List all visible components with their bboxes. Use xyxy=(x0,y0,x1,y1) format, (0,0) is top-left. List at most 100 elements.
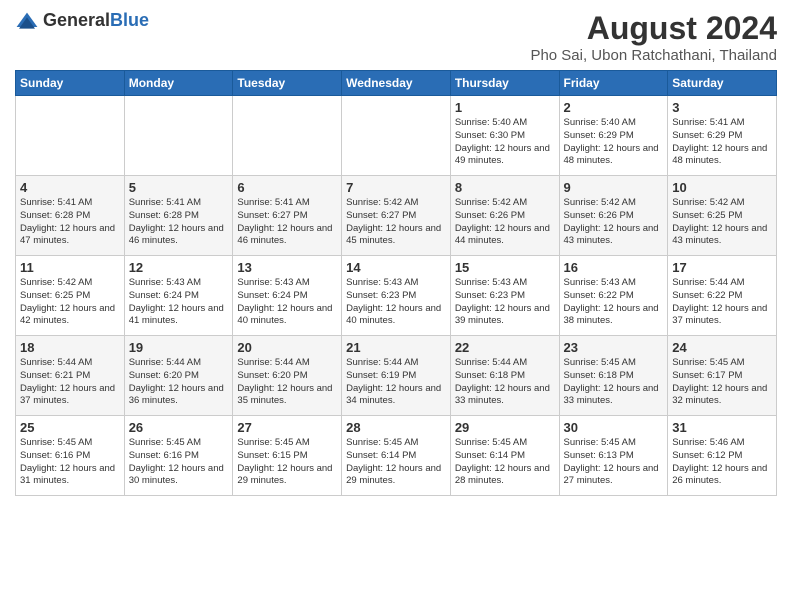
day-info-1-5: Sunrise: 5:42 AM Sunset: 6:26 PM Dayligh… xyxy=(564,197,664,248)
calendar-header: Sunday Monday Tuesday Wednesday Thursday… xyxy=(16,71,777,96)
logo: GeneralBlue xyxy=(15,10,149,31)
col-tuesday: Tuesday xyxy=(233,71,342,96)
calendar-table: Sunday Monday Tuesday Wednesday Thursday… xyxy=(15,70,777,496)
day-info-3-5: Sunrise: 5:45 AM Sunset: 6:18 PM Dayligh… xyxy=(564,357,664,408)
day-num-0-6: 3 xyxy=(672,100,772,115)
day-num-4-4: 29 xyxy=(455,420,555,435)
logo-text: GeneralBlue xyxy=(43,10,149,31)
day-num-2-5: 16 xyxy=(564,260,664,275)
day-num-2-2: 13 xyxy=(237,260,337,275)
cell-1-1: 5 Sunrise: 5:41 AM Sunset: 6:28 PM Daylig… xyxy=(124,176,233,256)
day-info-1-4: Sunrise: 5:42 AM Sunset: 6:26 PM Dayligh… xyxy=(455,197,555,248)
header: GeneralBlue August 2024 Pho Sai, Ubon Ra… xyxy=(15,10,777,64)
day-num-2-3: 14 xyxy=(346,260,446,275)
col-friday: Friday xyxy=(559,71,668,96)
week-row-2: 11 Sunrise: 5:42 AM Sunset: 6:25 PM Dayli… xyxy=(16,256,777,336)
day-num-2-0: 11 xyxy=(20,260,120,275)
day-info-0-6: Sunrise: 5:41 AM Sunset: 6:29 PM Dayligh… xyxy=(672,117,772,168)
day-num-2-1: 12 xyxy=(129,260,229,275)
cell-3-4: 22Sunrise: 5:44 AM Sunset: 6:18 PM Dayli… xyxy=(450,336,559,416)
logo-general: General xyxy=(43,10,110,30)
header-row: Sunday Monday Tuesday Wednesday Thursday… xyxy=(16,71,777,96)
day-num-1-4: 8 xyxy=(455,180,555,195)
day-info-1-0: Sunrise: 5:41 AM Sunset: 6:28 PM Dayligh… xyxy=(20,197,120,248)
day-info-1-1: Sunrise: 5:41 AM Sunset: 6:28 PM Dayligh… xyxy=(129,197,229,248)
day-info-1-3: Sunrise: 5:42 AM Sunset: 6:27 PM Dayligh… xyxy=(346,197,446,248)
cell-2-1: 12Sunrise: 5:43 AM Sunset: 6:24 PM Dayli… xyxy=(124,256,233,336)
cell-3-1: 19 Sunrise: 5:44 AM Sunset: 6:20 PM Dayli… xyxy=(124,336,233,416)
day-info-4-4: Sunrise: 5:45 AM Sunset: 6:14 PM Dayligh… xyxy=(455,437,555,488)
day-num-0-5: 2 xyxy=(564,100,664,115)
day-info-1-6: Sunrise: 5:42 AM Sunset: 6:25 PM Dayligh… xyxy=(672,197,772,248)
title-area: August 2024 Pho Sai, Ubon Ratchathani, T… xyxy=(530,10,777,64)
day-num-4-0: 25 xyxy=(20,420,120,435)
week-row-3: 18 Sunrise: 5:44 AM Sunset: 6:21 PM Dayli… xyxy=(16,336,777,416)
day-num-4-6: 31 xyxy=(672,420,772,435)
cell-4-5: 30Sunrise: 5:45 AM Sunset: 6:13 PM Dayli… xyxy=(559,416,668,496)
day-num-3-5: 23 xyxy=(564,340,664,355)
page: GeneralBlue August 2024 Pho Sai, Ubon Ra… xyxy=(0,0,792,506)
day-info-2-5: Sunrise: 5:43 AM Sunset: 6:22 PM Dayligh… xyxy=(564,277,664,328)
cell-3-6: 24Sunrise: 5:45 AM Sunset: 6:17 PM Dayli… xyxy=(668,336,777,416)
col-thursday: Thursday xyxy=(450,71,559,96)
day-num-3-1: 19 xyxy=(129,340,229,355)
cell-3-0: 18 Sunrise: 5:44 AM Sunset: 6:21 PM Dayli… xyxy=(16,336,125,416)
cell-1-4: 8 Sunrise: 5:42 AM Sunset: 6:26 PM Daylig… xyxy=(450,176,559,256)
cell-4-4: 29 Sunrise: 5:45 AM Sunset: 6:14 PM Dayli… xyxy=(450,416,559,496)
calendar-body: 1 Sunrise: 5:40 AM Sunset: 6:30 PM Daylig… xyxy=(16,96,777,496)
day-info-3-0: Sunrise: 5:44 AM Sunset: 6:21 PM Dayligh… xyxy=(20,357,120,408)
cell-0-3 xyxy=(342,96,451,176)
cell-1-5: 9 Sunrise: 5:42 AM Sunset: 6:26 PM Daylig… xyxy=(559,176,668,256)
day-num-4-3: 28 xyxy=(346,420,446,435)
day-num-1-0: 4 xyxy=(20,180,120,195)
cell-2-6: 17Sunrise: 5:44 AM Sunset: 6:22 PM Dayli… xyxy=(668,256,777,336)
week-row-1: 4 Sunrise: 5:41 AM Sunset: 6:28 PM Daylig… xyxy=(16,176,777,256)
cell-4-1: 26Sunrise: 5:45 AM Sunset: 6:16 PM Dayli… xyxy=(124,416,233,496)
day-info-1-2: Sunrise: 5:41 AM Sunset: 6:27 PM Dayligh… xyxy=(237,197,337,248)
cell-4-3: 28Sunrise: 5:45 AM Sunset: 6:14 PM Dayli… xyxy=(342,416,451,496)
day-info-4-2: Sunrise: 5:45 AM Sunset: 6:15 PM Dayligh… xyxy=(237,437,337,488)
day-num-1-5: 9 xyxy=(564,180,664,195)
day-num-3-0: 18 xyxy=(20,340,120,355)
cell-0-4: 1 Sunrise: 5:40 AM Sunset: 6:30 PM Daylig… xyxy=(450,96,559,176)
day-num-0-4: 1 xyxy=(455,100,555,115)
cell-0-5: 2Sunrise: 5:40 AM Sunset: 6:29 PM Daylig… xyxy=(559,96,668,176)
col-monday: Monday xyxy=(124,71,233,96)
day-num-3-2: 20 xyxy=(237,340,337,355)
day-num-1-1: 5 xyxy=(129,180,229,195)
day-num-3-6: 24 xyxy=(672,340,772,355)
day-info-3-3: Sunrise: 5:44 AM Sunset: 6:19 PM Dayligh… xyxy=(346,357,446,408)
day-info-2-3: Sunrise: 5:43 AM Sunset: 6:23 PM Dayligh… xyxy=(346,277,446,328)
cell-0-6: 3 Sunrise: 5:41 AM Sunset: 6:29 PM Daylig… xyxy=(668,96,777,176)
cell-1-0: 4 Sunrise: 5:41 AM Sunset: 6:28 PM Daylig… xyxy=(16,176,125,256)
day-num-2-4: 15 xyxy=(455,260,555,275)
day-num-1-3: 7 xyxy=(346,180,446,195)
day-info-2-4: Sunrise: 5:43 AM Sunset: 6:23 PM Dayligh… xyxy=(455,277,555,328)
day-info-2-2: Sunrise: 5:43 AM Sunset: 6:24 PM Dayligh… xyxy=(237,277,337,328)
cell-1-2: 6Sunrise: 5:41 AM Sunset: 6:27 PM Daylig… xyxy=(233,176,342,256)
cell-2-3: 14 Sunrise: 5:43 AM Sunset: 6:23 PM Dayli… xyxy=(342,256,451,336)
col-sunday: Sunday xyxy=(16,71,125,96)
cell-1-3: 7 Sunrise: 5:42 AM Sunset: 6:27 PM Daylig… xyxy=(342,176,451,256)
logo-icon xyxy=(15,11,39,31)
cell-2-2: 13 Sunrise: 5:43 AM Sunset: 6:24 PM Dayli… xyxy=(233,256,342,336)
day-info-2-6: Sunrise: 5:44 AM Sunset: 6:22 PM Dayligh… xyxy=(672,277,772,328)
day-info-2-0: Sunrise: 5:42 AM Sunset: 6:25 PM Dayligh… xyxy=(20,277,120,328)
subtitle: Pho Sai, Ubon Ratchathani, Thailand xyxy=(530,47,777,64)
main-title: August 2024 xyxy=(530,10,777,47)
cell-0-1 xyxy=(124,96,233,176)
day-info-3-1: Sunrise: 5:44 AM Sunset: 6:20 PM Dayligh… xyxy=(129,357,229,408)
cell-1-6: 10Sunrise: 5:42 AM Sunset: 6:25 PM Dayli… xyxy=(668,176,777,256)
cell-4-6: 31 Sunrise: 5:46 AM Sunset: 6:12 PM Dayli… xyxy=(668,416,777,496)
cell-0-0 xyxy=(16,96,125,176)
cell-2-5: 16 Sunrise: 5:43 AM Sunset: 6:22 PM Dayli… xyxy=(559,256,668,336)
cell-0-2 xyxy=(233,96,342,176)
day-info-4-5: Sunrise: 5:45 AM Sunset: 6:13 PM Dayligh… xyxy=(564,437,664,488)
cell-3-3: 21Sunrise: 5:44 AM Sunset: 6:19 PM Dayli… xyxy=(342,336,451,416)
cell-3-5: 23 Sunrise: 5:45 AM Sunset: 6:18 PM Dayli… xyxy=(559,336,668,416)
day-num-4-2: 27 xyxy=(237,420,337,435)
col-saturday: Saturday xyxy=(668,71,777,96)
day-info-0-4: Sunrise: 5:40 AM Sunset: 6:30 PM Dayligh… xyxy=(455,117,555,168)
day-info-4-6: Sunrise: 5:46 AM Sunset: 6:12 PM Dayligh… xyxy=(672,437,772,488)
day-num-4-1: 26 xyxy=(129,420,229,435)
